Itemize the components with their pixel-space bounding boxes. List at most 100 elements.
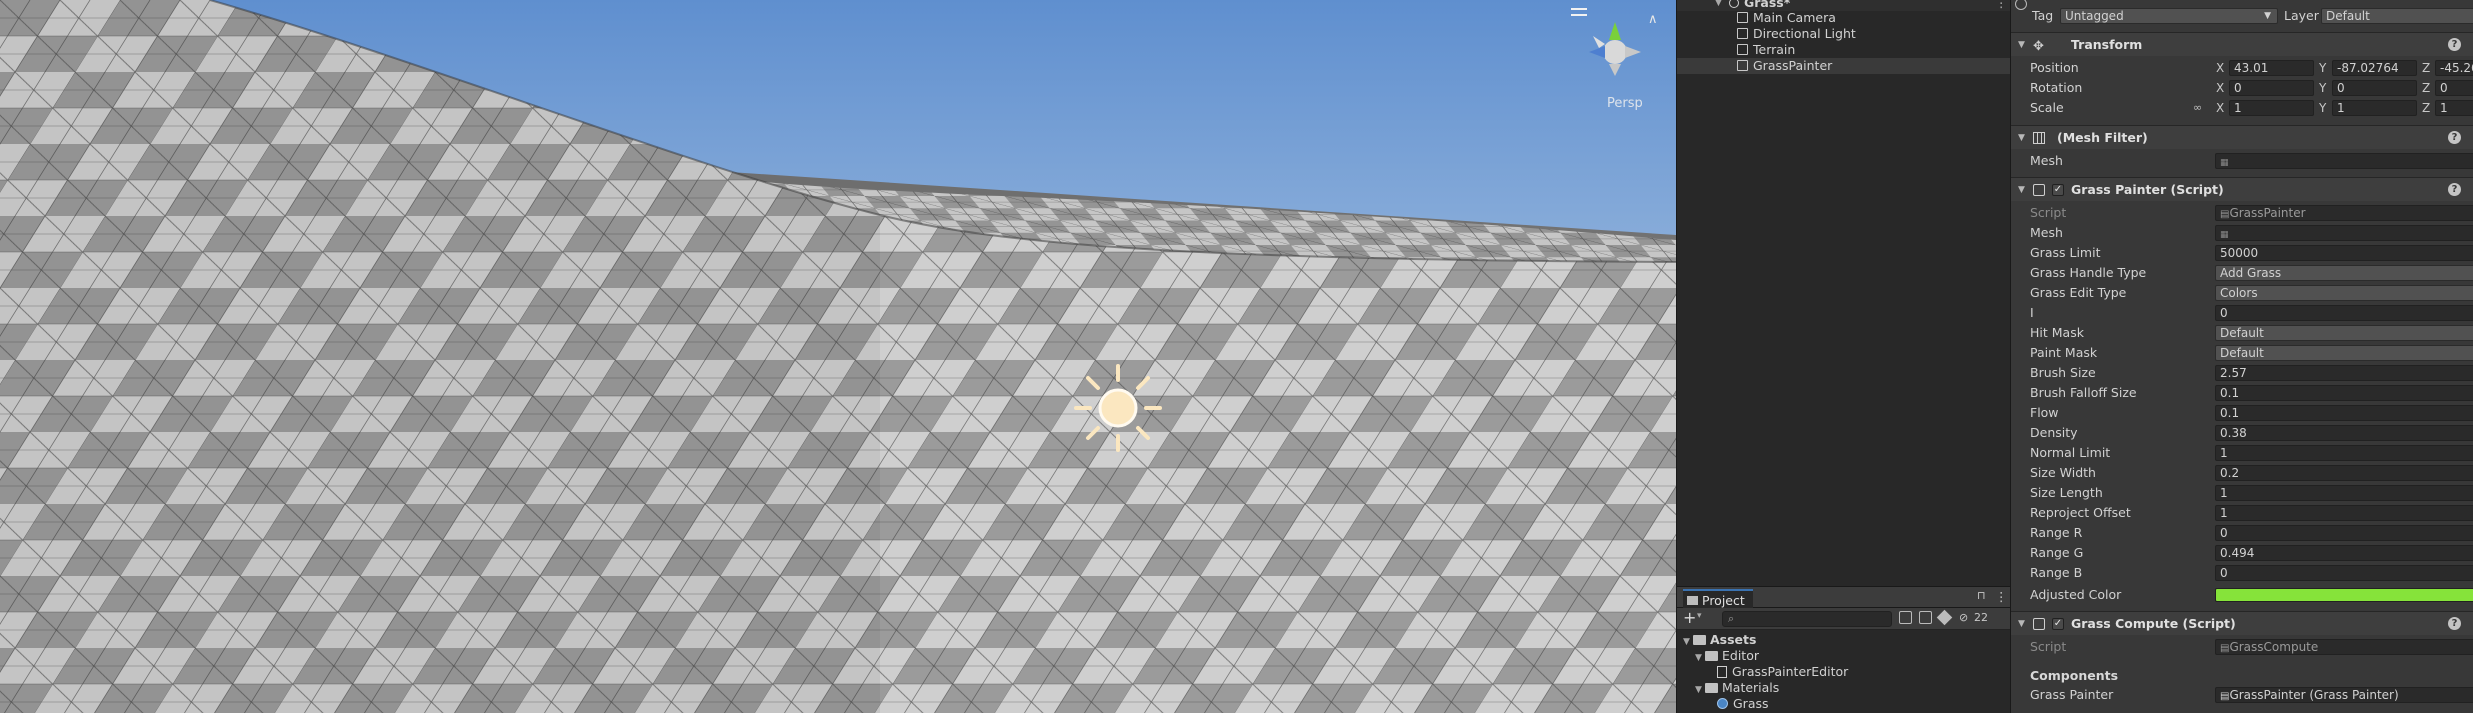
field-input[interactable]: 0.2 <box>2215 465 2473 481</box>
create-add-button[interactable]: + <box>1683 608 1696 627</box>
field-input[interactable]: 2.57 <box>2215 365 2473 381</box>
tab-project[interactable]: Project <box>1683 589 1753 608</box>
help-icon[interactable]: ? <box>2448 38 2461 51</box>
expand-arrow-icon[interactable]: ▼ <box>1695 650 1705 666</box>
grass-compute-component-header[interactable]: ▼ ✓ Grass Compute (Script) ? <box>2011 611 2473 635</box>
tree-item-grasspaintereditor[interactable]: GrassPainterEditor <box>1717 664 1848 680</box>
scale-row: Scale ∞ X 1 Y 1 Z 1 <box>2011 98 2473 118</box>
enabled-checkbox[interactable]: ✓ <box>2052 618 2064 630</box>
position-x-input[interactable]: 43.01 <box>2229 60 2314 76</box>
y-axis-label[interactable]: Y <box>2319 58 2326 78</box>
field-label: Range R <box>2030 525 2083 540</box>
hidden-packages-icon[interactable]: ⊘ <box>1959 611 1968 624</box>
expand-arrow-icon[interactable]: ▼ <box>1683 634 1693 650</box>
lock-icon[interactable]: ⊓ <box>1977 589 1986 602</box>
favorite-icon[interactable] <box>1936 609 1953 626</box>
rotation-label: Rotation <box>2030 80 2083 95</box>
scale-z-input[interactable]: 1 <box>2435 100 2473 116</box>
scene-lock-icon[interactable]: ∧ <box>1648 12 1658 27</box>
enabled-checkbox[interactable]: ✓ <box>2052 184 2064 196</box>
field-row-normal-limit: Normal Limit 1 <box>2011 443 2473 463</box>
y-axis-label[interactable]: Y <box>2319 98 2326 118</box>
tree-item-editor[interactable]: ▼ Editor <box>1695 648 1759 664</box>
grass-painter-object-field[interactable]: ▤GrassPainter (Grass Painter) <box>2215 687 2473 703</box>
field-dropdown[interactable]: Default <box>2215 325 2473 341</box>
scale-x-input[interactable]: 1 <box>2229 100 2314 116</box>
mesh-object-field[interactable]: ▦ <box>2215 225 2473 241</box>
foldout-arrow-icon[interactable]: ▼ <box>2018 178 2025 202</box>
field-input[interactable]: 1 <box>2215 445 2473 461</box>
scale-y-input[interactable]: 1 <box>2332 100 2417 116</box>
chevron-down-icon: ▼ <box>2264 11 2271 21</box>
field-input[interactable]: 1 <box>2215 485 2473 501</box>
field-input[interactable]: 0.1 <box>2215 405 2473 421</box>
field-input[interactable]: 0 <box>2215 305 2473 321</box>
mesh-object-field[interactable]: ▦ <box>2215 153 2473 169</box>
rotation-z-input[interactable]: 0 <box>2435 80 2473 96</box>
help-icon[interactable]: ? <box>2448 131 2461 144</box>
tab-options-icon[interactable]: ⋮ <box>1995 589 2008 604</box>
expand-arrow-icon[interactable]: ▼ <box>1695 682 1705 698</box>
field-input[interactable]: 0.1 <box>2215 385 2473 401</box>
tree-item-materials[interactable]: ▼ Materials <box>1695 680 1779 696</box>
tab-project-label: Project <box>1702 593 1745 608</box>
field-input[interactable]: 1 <box>2215 505 2473 521</box>
hierarchy-item-main-camera[interactable]: Main Camera <box>1677 10 2011 26</box>
rotation-x-input[interactable]: 0 <box>2229 80 2314 96</box>
scene-view[interactable]: ∧ Persp <box>0 0 1676 713</box>
field-input[interactable]: 0 <box>2215 525 2473 541</box>
tag-dropdown[interactable]: Untagged ▼ <box>2060 8 2278 24</box>
directional-light-sun-icon[interactable] <box>1072 362 1164 454</box>
z-axis-label[interactable]: Z <box>2422 78 2430 98</box>
field-dropdown[interactable]: Colors <box>2215 285 2473 301</box>
field-dropdown[interactable]: Default <box>2215 345 2473 361</box>
field-input[interactable]: 0.494 <box>2215 545 2473 561</box>
search-by-label-icon[interactable] <box>1919 611 1932 624</box>
z-axis-label[interactable]: Z <box>2422 98 2430 118</box>
help-icon[interactable]: ? <box>2448 183 2461 196</box>
grass-painter-component-header[interactable]: ▼ ✓ Grass Painter (Script) ? <box>2011 177 2473 201</box>
transform-component-header[interactable]: ▼ ✥ Transform ? <box>2011 32 2473 56</box>
field-label: Brush Falloff Size <box>2030 385 2137 400</box>
position-z-input[interactable]: -45.265 <box>2435 60 2473 76</box>
project-panel: Project ⊓ ⋮ + ▾ ⌕ ⊘ 22 ▼ Assets ▼ Editor G… <box>1676 586 2011 713</box>
unity-scene-icon <box>1729 0 1739 8</box>
hierarchy-item-grasspainter[interactable]: GrassPainter <box>1677 58 2011 74</box>
orientation-gizmo-icon[interactable] <box>1583 18 1643 78</box>
field-input[interactable]: 0 <box>2215 565 2473 581</box>
constrain-proportions-link-icon[interactable]: ∞ <box>2193 98 2202 118</box>
field-input[interactable]: 0.38 <box>2215 425 2473 441</box>
project-search-input[interactable]: ⌕ <box>1722 611 1892 627</box>
x-axis-label[interactable]: X <box>2216 98 2224 118</box>
projection-label[interactable]: Persp <box>1607 96 1643 111</box>
search-by-type-icon[interactable] <box>1899 611 1912 624</box>
tree-item-assets[interactable]: ▼ Assets <box>1683 632 1756 648</box>
scene-menu-icon[interactable] <box>1571 8 1587 16</box>
script-icon <box>2033 184 2045 196</box>
z-axis-label[interactable]: Z <box>2422 58 2430 78</box>
create-dropdown-icon[interactable]: ▾ <box>1697 611 1702 621</box>
rotation-y-input[interactable]: 0 <box>2332 80 2417 96</box>
help-icon[interactable]: ? <box>2448 617 2461 630</box>
y-axis-label[interactable]: Y <box>2319 78 2326 98</box>
rotation-row: Rotation X 0 Y 0 Z 0 <box>2011 78 2473 98</box>
hierarchy-item-label: Terrain <box>1753 42 1796 57</box>
adjusted-color-swatch[interactable] <box>2215 588 2473 602</box>
hierarchy-item-terrain[interactable]: Terrain <box>1677 42 2011 58</box>
field-row-brush-size: Brush Size 2.57 <box>2011 363 2473 383</box>
foldout-arrow-icon[interactable]: ▼ <box>2018 612 2025 636</box>
hierarchy-item-directional-light[interactable]: Directional Light <box>1677 26 2011 42</box>
position-y-input[interactable]: -87.02764 <box>2332 60 2417 76</box>
gameobject-icon <box>1737 60 1748 71</box>
layer-dropdown[interactable]: Default <box>2321 8 2473 24</box>
script-file-icon <box>1717 666 1727 678</box>
foldout-arrow-icon[interactable]: ▼ <box>2018 33 2025 57</box>
x-axis-label[interactable]: X <box>2216 78 2224 98</box>
foldout-arrow-icon[interactable]: ▼ <box>2018 126 2025 150</box>
tree-item-grass[interactable]: Grass <box>1717 696 1769 712</box>
field-input[interactable]: 50000 <box>2215 245 2473 261</box>
field-dropdown[interactable]: Add Grass <box>2215 265 2473 281</box>
script-object-field: ▤GrassPainter <box>2215 205 2473 221</box>
mesh-filter-component-header[interactable]: ▼ (Mesh Filter) ? <box>2011 125 2473 149</box>
x-axis-label[interactable]: X <box>2216 58 2224 78</box>
